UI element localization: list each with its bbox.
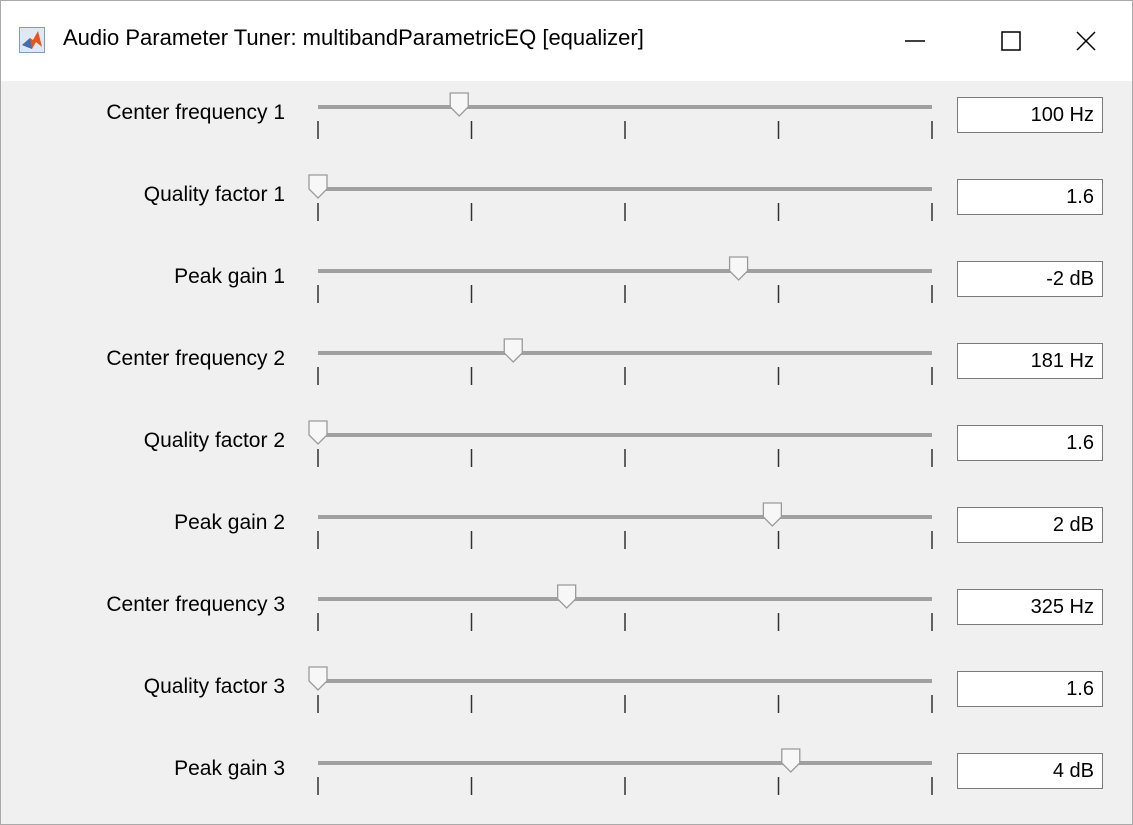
parameter-value-field[interactable]: -2 dB [957, 261, 1103, 297]
parameter-row: Peak gain 3 4 dB [1, 737, 1133, 817]
parameter-row: Center frequency 1 100 Hz [1, 81, 1133, 161]
slider-track[interactable] [318, 761, 932, 765]
parameter-slider[interactable] [308, 163, 939, 243]
slider-thumb[interactable] [308, 420, 328, 445]
slider-thumb[interactable] [503, 338, 523, 363]
slider-track[interactable] [318, 269, 932, 273]
parameter-row: Quality factor 3 1.6 [1, 655, 1133, 735]
parameter-value-field[interactable]: 1.6 [957, 179, 1103, 215]
parameter-slider[interactable] [311, 573, 939, 653]
parameter-slider[interactable] [311, 327, 939, 407]
slider-thumb[interactable] [308, 666, 328, 691]
slider-thumb[interactable] [781, 748, 801, 773]
window-title: Audio Parameter Tuner: multibandParametr… [63, 25, 644, 50]
parameter-slider[interactable] [308, 655, 939, 735]
maximize-icon [1000, 30, 1022, 52]
parameter-row: Center frequency 2 181 Hz [1, 327, 1133, 407]
parameter-label: Center frequency 1 [106, 101, 285, 124]
parameter-slider[interactable] [311, 737, 939, 817]
parameter-value-field[interactable]: 325 Hz [957, 589, 1103, 625]
parameter-value-field[interactable]: 1.6 [957, 425, 1103, 461]
slider-thumb[interactable] [762, 502, 783, 527]
minimize-button[interactable] [867, 1, 963, 81]
slider-track[interactable] [318, 433, 932, 437]
parameter-label: Center frequency 3 [106, 593, 285, 616]
parameter-slider[interactable] [311, 81, 939, 161]
slider-track[interactable] [318, 105, 932, 109]
parameter-value-field[interactable]: 1.6 [957, 671, 1103, 707]
title-bar[interactable]: Audio Parameter Tuner: multibandParametr… [1, 1, 1132, 81]
parameter-label: Peak gain 1 [174, 265, 285, 288]
parameter-row: Quality factor 1 1.6 [1, 163, 1133, 243]
slider-track[interactable] [318, 515, 932, 519]
slider-track[interactable] [318, 187, 932, 191]
slider-thumb[interactable] [449, 92, 469, 117]
minimize-icon [904, 30, 926, 52]
parameter-label: Quality factor 3 [143, 675, 285, 698]
slider-track[interactable] [318, 597, 932, 601]
parameter-row: Peak gain 1 -2 dB [1, 245, 1133, 325]
parameter-value-field[interactable]: 181 Hz [957, 343, 1103, 379]
slider-thumb[interactable] [728, 256, 749, 281]
parameter-label: Peak gain 2 [174, 511, 285, 534]
parameter-value-field[interactable]: 100 Hz [957, 97, 1103, 133]
parameter-slider[interactable] [311, 245, 939, 325]
parameter-slider[interactable] [308, 409, 939, 489]
parameter-row: Peak gain 2 2 dB [1, 491, 1133, 571]
slider-thumb[interactable] [557, 584, 577, 609]
parameter-label: Center frequency 2 [106, 347, 285, 370]
slider-thumb[interactable] [308, 174, 328, 199]
slider-track[interactable] [318, 351, 932, 355]
parameter-label: Peak gain 3 [174, 757, 285, 780]
parameter-row: Center frequency 3 325 Hz [1, 573, 1133, 653]
matlab-icon [19, 27, 45, 53]
close-button[interactable] [1038, 1, 1133, 81]
parameter-label: Quality factor 1 [143, 183, 285, 206]
slider-track[interactable] [318, 679, 932, 683]
parameter-row: Quality factor 2 1.6 [1, 409, 1133, 489]
close-icon [1075, 30, 1097, 52]
parameter-value-field[interactable]: 4 dB [957, 753, 1103, 789]
parameter-slider[interactable] [311, 491, 939, 571]
audio-parameter-tuner-window: Audio Parameter Tuner: multibandParametr… [0, 0, 1133, 825]
parameter-label: Quality factor 2 [143, 429, 285, 452]
parameter-value-field[interactable]: 2 dB [957, 507, 1103, 543]
